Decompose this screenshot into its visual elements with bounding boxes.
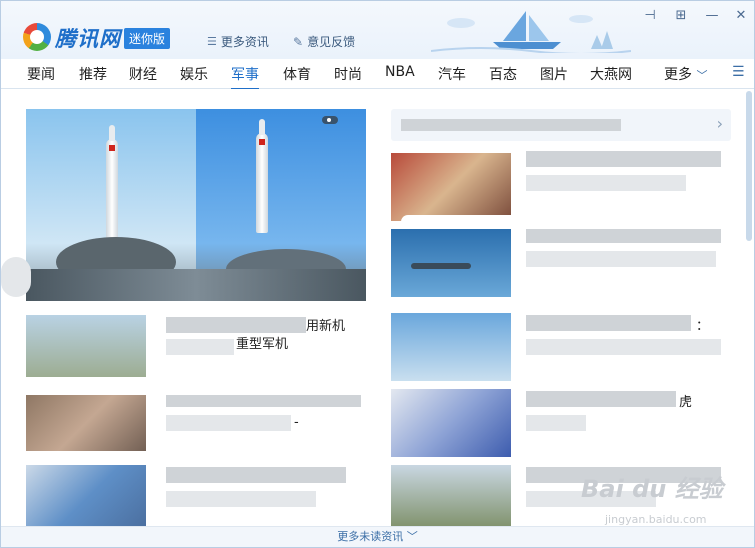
tab-auto[interactable]: 汽车 xyxy=(438,64,466,84)
feedback-link[interactable]: ✎ 意见反馈 xyxy=(293,33,355,50)
watermark-logo: Bai du 经验 xyxy=(581,475,723,503)
tab-dayan[interactable]: 大燕网 xyxy=(590,64,632,84)
logo-text: 腾讯网 xyxy=(55,27,121,51)
more-news-link[interactable]: ☰ 更多资讯 xyxy=(207,33,269,50)
minimize-button[interactable]: — xyxy=(703,7,721,25)
hero-image[interactable] xyxy=(26,109,366,301)
header: 腾讯网 迷你版 ☰ 更多资讯 ✎ 意见反馈 ⊣ ⊞ — ✕ xyxy=(1,1,754,59)
scrollbar[interactable] xyxy=(746,91,752,241)
tab-entertainment[interactable]: 娱乐 xyxy=(180,64,208,84)
caption-l2: - xyxy=(294,415,299,430)
more-categories-button[interactable]: 更多 ﹀ xyxy=(664,64,707,84)
tab-sports[interactable]: 体育 xyxy=(283,64,311,84)
pencil-icon: ✎ xyxy=(293,34,304,49)
news-thumb-r5[interactable] xyxy=(391,465,511,526)
mini-version-badge: 迷你版 xyxy=(124,28,171,49)
watermark-url: jingyan.baidu.com xyxy=(605,513,707,526)
list-icon: ☰ xyxy=(207,35,217,48)
chevron-down-icon: ﹀ xyxy=(696,69,708,82)
app-window: 腾讯网 迷你版 ☰ 更多资讯 ✎ 意见反馈 ⊣ ⊞ — ✕ 要闻 推荐 财经 娱… xyxy=(0,0,755,548)
caption-r4: 虎 xyxy=(679,395,693,410)
more-label: 更多 xyxy=(664,67,692,83)
tab-military[interactable]: 军事 xyxy=(231,64,259,90)
tab-headlines[interactable]: 要闻 xyxy=(27,64,55,84)
news-thumb-l3[interactable] xyxy=(26,465,146,526)
caption-l1b: 重型军机 xyxy=(236,337,289,352)
featured-topic-bar[interactable]: › xyxy=(391,109,731,141)
more-unread-bar[interactable]: 更多未读资讯 ﹀ xyxy=(1,526,754,547)
menu-button[interactable]: ☰ xyxy=(732,64,745,80)
tab-nba[interactable]: NBA xyxy=(385,64,415,80)
tab-recommended[interactable]: 推荐 xyxy=(79,64,107,84)
more-unread-label: 更多未读资讯 xyxy=(337,530,404,543)
feedback-label: 意见反馈 xyxy=(307,35,356,49)
news-thumb-l1[interactable] xyxy=(26,315,146,383)
news-thumb-r3[interactable] xyxy=(391,313,511,381)
caption-r3: ： xyxy=(696,319,710,334)
news-thumb-r1[interactable] xyxy=(391,153,511,221)
category-nav: 要闻 推荐 财经 娱乐 军事 体育 时尚 NBA 汽车 百态 图片 大燕网 更多… xyxy=(1,59,754,90)
close-button[interactable]: ✕ xyxy=(732,7,750,25)
caption-l1a: 用新机 xyxy=(306,319,346,334)
news-thumb-r2[interactable] xyxy=(391,229,511,297)
tab-finance[interactable]: 财经 xyxy=(129,64,157,84)
sailboat-decoration-icon xyxy=(431,11,631,53)
carousel-indicator[interactable] xyxy=(322,116,338,124)
pin-button[interactable]: ⊣ xyxy=(641,7,659,25)
rocket-left xyxy=(106,125,118,239)
news-thumb-l2[interactable] xyxy=(26,389,146,457)
rocket-right xyxy=(256,119,268,233)
news-thumb-r4[interactable] xyxy=(391,389,511,457)
news-feed: › ： 虎 用新机 重型军机 - xyxy=(1,89,754,526)
tencent-logo-icon xyxy=(23,23,51,51)
chevron-right-icon: › xyxy=(716,114,723,133)
restore-button[interactable]: ⊞ xyxy=(672,7,690,25)
chevron-down-icon: ﹀ xyxy=(406,530,418,543)
tab-photos[interactable]: 图片 xyxy=(540,64,568,84)
more-news-label: 更多资讯 xyxy=(220,35,269,49)
tab-fashion[interactable]: 时尚 xyxy=(334,64,362,84)
tab-lifestyle[interactable]: 百态 xyxy=(489,64,517,84)
